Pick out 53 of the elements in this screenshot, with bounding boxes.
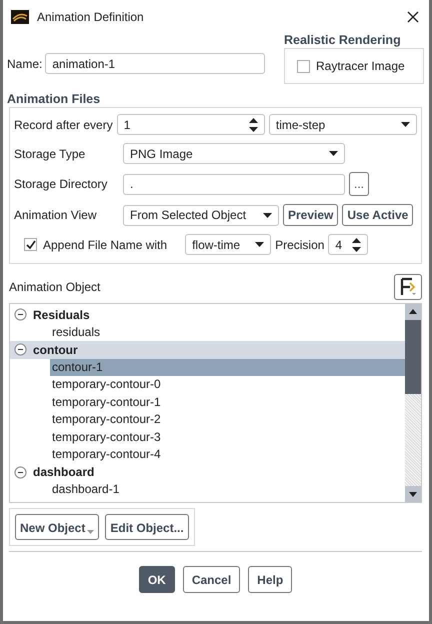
tree-item[interactable]: temporary-contour-1 (50, 394, 405, 411)
tree-item[interactable]: temporary-contour-3 (50, 428, 405, 446)
field-label: Animation View (14, 208, 98, 222)
field-label: Precision (275, 238, 324, 252)
dropdown[interactable]: PNG Image (123, 143, 345, 164)
tree-item[interactable]: residuals (50, 324, 405, 341)
tree-group[interactable]: contour (10, 341, 405, 358)
tree-item[interactable]: contour-1 (50, 358, 405, 376)
browse-button[interactable]: ... (349, 172, 370, 196)
scrollbar[interactable] (405, 304, 421, 502)
tree-group[interactable]: Residuals (10, 306, 405, 324)
checkbox[interactable] (24, 238, 37, 251)
dialog-button[interactable]: OK (138, 566, 175, 593)
directory-field[interactable]: . (123, 174, 345, 194)
app-logo-icon (11, 10, 29, 24)
view-button[interactable]: Use Active (342, 204, 414, 226)
spinner-field[interactable]: 4 (328, 234, 368, 255)
caret-icon (401, 122, 410, 127)
field-label: Storage Directory (14, 177, 108, 191)
tree-item[interactable]: dashboard-1 (50, 481, 405, 498)
tree-item[interactable]: temporary-contour-4 (50, 446, 405, 464)
object-button[interactable]: New Object (15, 514, 100, 540)
spinner-field[interactable]: 1 (116, 114, 265, 135)
name-label: Name: (7, 56, 42, 70)
caret-icon (255, 242, 264, 247)
tree-item[interactable]: temporary-contour-0 (50, 376, 405, 394)
dropdown[interactable]: flow-time (185, 234, 272, 255)
tree-options-icon (399, 277, 417, 297)
close-icon[interactable] (407, 10, 419, 22)
dropdown[interactable]: time-step (268, 114, 417, 135)
object-button[interactable]: Edit Object... (105, 514, 189, 540)
section-title: Realistic Rendering (284, 33, 402, 47)
window-title: Animation Definition (37, 10, 145, 24)
dropdown[interactable]: From Selected Object (123, 204, 279, 226)
section-label: Animation Object (9, 280, 100, 294)
checkbox-label: Append File Name with (43, 238, 168, 252)
tree-group[interactable]: dashboard (10, 464, 405, 481)
tree-options-button[interactable] (394, 274, 422, 300)
checkbox-label: Raytracer Image (316, 59, 405, 73)
tree-item[interactable]: temporary-contour-2 (50, 411, 405, 428)
caret-icon (87, 530, 94, 534)
field-label: Storage Type (14, 146, 86, 160)
spinner-arrows-icon[interactable] (352, 236, 362, 252)
field-label: Record after every (14, 118, 113, 132)
name-field[interactable]: animation-1 (45, 53, 266, 74)
checkbox[interactable] (297, 60, 310, 72)
caret-icon (263, 212, 272, 218)
caret-icon (329, 151, 338, 156)
section-title: Animation Files (7, 92, 102, 106)
dialog-button[interactable]: Help (248, 566, 292, 593)
view-button[interactable]: Preview (283, 204, 338, 226)
dialog-button[interactable]: Cancel (182, 566, 240, 593)
spinner-arrows-icon[interactable] (248, 116, 258, 132)
